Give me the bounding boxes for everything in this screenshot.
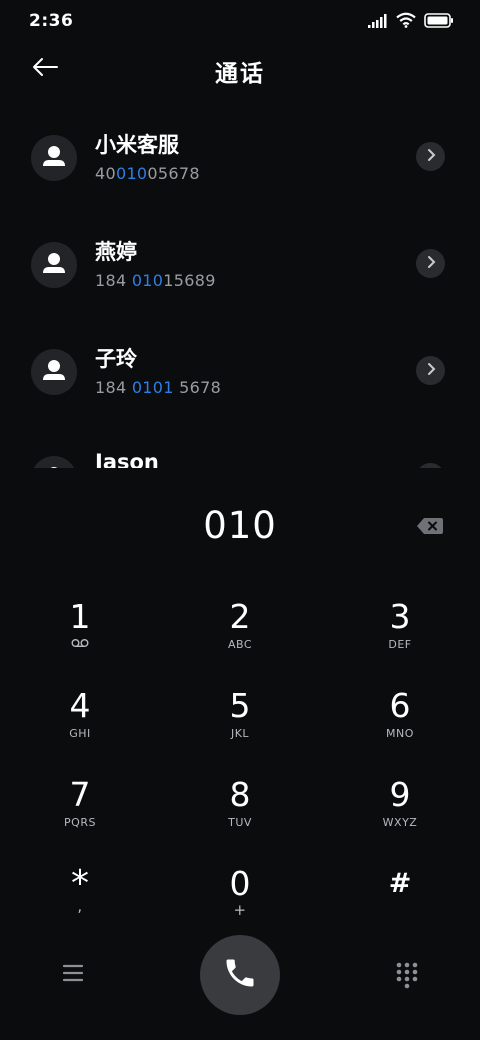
menu-icon [60, 964, 86, 988]
call-button[interactable] [200, 935, 280, 1015]
page-title: 通话 [215, 61, 265, 87]
key-9[interactable]: 9 WXYZ [340, 768, 460, 848]
key-digit: 7 [69, 775, 91, 814]
key-letters: TUV [228, 816, 252, 829]
key-letters: JKL [230, 727, 250, 740]
key-3[interactable]: 3 DEF [340, 590, 460, 670]
key-2[interactable]: 2 ABC [180, 590, 300, 670]
key-letters: GHI [69, 727, 91, 740]
contact-item[interactable]: 燕婷 184 01015689 [0, 224, 480, 304]
dialpad-toggle-button[interactable] [394, 961, 420, 989]
avatar [31, 135, 77, 181]
avatar [31, 242, 77, 288]
avatar [31, 456, 77, 468]
contact-name: 小米客服 [95, 133, 179, 157]
contact-detail-button[interactable] [416, 249, 445, 278]
signal-icon [368, 13, 388, 32]
key-letters: , [77, 897, 83, 915]
key-digit: 9 [389, 775, 411, 814]
wifi-icon [396, 12, 416, 32]
key-5[interactable]: 5 JKL [180, 679, 300, 759]
backspace-icon [416, 518, 444, 540]
key-digit: 6 [389, 686, 411, 725]
status-bar: 2:36 [0, 0, 480, 40]
key-letters: + [233, 901, 247, 919]
contact-item[interactable]: 小米客服 4001005678 [0, 117, 480, 197]
key-letters: WXYZ [382, 816, 418, 829]
dialpad-icon [394, 962, 420, 993]
status-icons [368, 12, 454, 32]
key-1[interactable]: 1 [20, 590, 140, 670]
contact-detail-button[interactable] [416, 463, 445, 468]
header: 通话 [0, 44, 480, 96]
avatar [31, 349, 77, 395]
contact-list[interactable]: 小米客服 4001005678 燕婷 184 01015689 子玲 184 0… [0, 100, 480, 468]
key-4[interactable]: 4 GHI [20, 679, 140, 759]
key-letters: DEF [388, 638, 412, 651]
contact-detail-button[interactable] [416, 142, 445, 171]
key-8[interactable]: 8 TUV [180, 768, 300, 848]
key-hash[interactable]: # [340, 857, 460, 937]
key-7[interactable]: 7 PQRS [20, 768, 140, 848]
dial-display: 010 [0, 500, 480, 560]
contact-item[interactable]: Jason [0, 438, 480, 468]
contact-name: 燕婷 [95, 240, 137, 264]
phone-icon [222, 955, 258, 995]
chevron-right-icon [425, 361, 437, 380]
key-digit: # [388, 868, 412, 899]
contact-name: Jason [95, 450, 159, 468]
contact-number: 4001005678 [95, 164, 200, 183]
key-digit: 5 [229, 686, 251, 725]
key-6[interactable]: 6 MNO [340, 679, 460, 759]
voicemail-icon [20, 638, 140, 651]
key-letters: ABC [227, 638, 253, 651]
chevron-right-icon [425, 147, 437, 166]
contact-number: 184 0101 5678 [95, 378, 222, 397]
key-digit: 1 [69, 597, 91, 636]
key-digit: 8 [229, 775, 251, 814]
key-digit: 2 [229, 597, 251, 636]
key-letters: MNO [386, 727, 414, 740]
key-star[interactable]: * , [20, 857, 140, 937]
menu-button[interactable] [60, 962, 86, 984]
chevron-right-icon [425, 254, 437, 273]
key-digit: 0 [229, 864, 251, 903]
contact-number: 184 01015689 [95, 271, 216, 290]
key-0[interactable]: 0 + [180, 857, 300, 937]
contact-item[interactable]: 子玲 184 0101 5678 [0, 331, 480, 411]
battery-icon [424, 12, 454, 32]
key-digit: 3 [389, 597, 411, 636]
bottom-bar [0, 935, 480, 1015]
key-digit: 4 [69, 686, 91, 725]
key-letters: PQRS [64, 816, 96, 829]
backspace-button[interactable] [416, 516, 444, 536]
contact-name: 子玲 [95, 347, 137, 371]
status-time: 2:36 [29, 11, 74, 31]
dialed-number: 010 [203, 504, 277, 547]
contact-detail-button[interactable] [416, 356, 445, 385]
